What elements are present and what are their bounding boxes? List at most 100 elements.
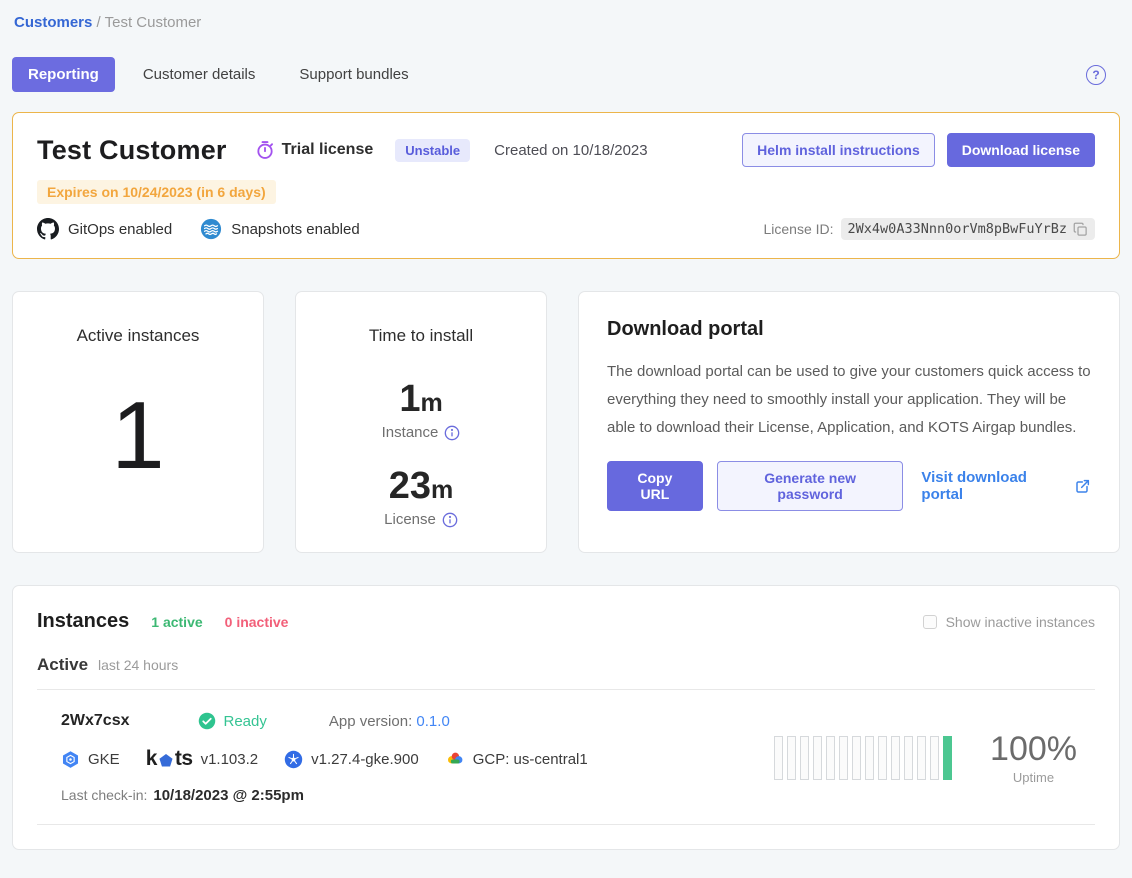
app-version-link[interactable]: 0.1.0 <box>416 713 449 730</box>
tab-bar: Reporting Customer details Support bundl… <box>12 57 1120 92</box>
github-icon <box>37 218 68 240</box>
time-to-install-title: Time to install <box>369 326 473 346</box>
show-inactive-label: Show inactive instances <box>946 614 1095 630</box>
breadcrumb-customers-link[interactable]: Customers <box>14 14 92 31</box>
created-date: Created on 10/18/2023 <box>494 142 647 159</box>
snapshots-enabled-label: Snapshots enabled <box>231 221 359 238</box>
visit-download-portal-label: Visit download portal <box>921 469 1068 503</box>
app-version-label: App version: <box>329 713 412 730</box>
cloud-region: GCP: us-central1 <box>445 749 588 769</box>
uptime-label: Uptime <box>990 770 1077 785</box>
active-count: 1 active <box>151 614 202 630</box>
download-portal-description: The download portal can be used to give … <box>607 358 1091 441</box>
snapshots-icon <box>200 218 231 240</box>
gcp-icon <box>445 749 465 769</box>
active-instances-title: Active instances <box>77 326 200 346</box>
license-type: Trial license <box>255 140 374 160</box>
check-circle-icon <box>198 712 216 730</box>
expires-badge: Expires on 10/24/2023 (in 6 days) <box>37 180 276 204</box>
breadcrumb-separator: / <box>97 14 101 31</box>
customer-name: Test Customer <box>37 135 227 166</box>
uptime-bar <box>787 736 796 780</box>
uptime-bar <box>865 736 874 780</box>
uptime-bar <box>904 736 913 780</box>
copy-url-button[interactable]: Copy URL <box>607 461 703 511</box>
instances-title: Instances <box>37 610 129 633</box>
uptime-bar <box>826 736 835 780</box>
instance-install-time-label: Instance <box>382 424 439 441</box>
breadcrumb-current: Test Customer <box>105 14 202 31</box>
license-id-value: 2Wx4w0A33Nnn0orVm8pBwFuYrBz <box>848 221 1067 237</box>
instance-status-label: Ready <box>224 713 267 730</box>
stopwatch-icon <box>255 140 275 160</box>
uptime-bar <box>774 736 783 780</box>
license-id-box: 2Wx4w0A33Nnn0orVm8pBwFuYrBz <box>841 218 1095 240</box>
download-license-button[interactable]: Download license <box>947 133 1095 167</box>
license-install-time-label: License <box>384 511 436 528</box>
cloud-region-label: GCP: us-central1 <box>473 751 588 768</box>
distribution-label: GKE <box>88 751 120 768</box>
active-instances-card: Active instances 1 <box>12 291 264 553</box>
uptime-bar <box>943 736 952 780</box>
instance-id: 2Wx7csx <box>61 712 130 730</box>
instance-install-time-value: 1 <box>399 378 420 420</box>
k8s-version-label: v1.27.4-gke.900 <box>311 751 419 768</box>
last-checkin-label: Last check-in: <box>61 787 147 803</box>
active-section-label: Active <box>37 655 88 675</box>
help-icon[interactable]: ? <box>1086 65 1106 85</box>
instances-card: Instances 1 active 0 inactive Show inact… <box>12 585 1120 850</box>
instance-install-time-unit: m <box>420 389 442 417</box>
kots-version-label: v1.103.2 <box>201 751 259 768</box>
external-link-icon <box>1075 478 1091 494</box>
license-type-label: Trial license <box>282 141 374 159</box>
download-portal-title: Download portal <box>607 318 1091 341</box>
uptime-percentage: 100% <box>990 731 1077 768</box>
active-section-sublabel: last 24 hours <box>98 657 178 673</box>
uptime-bar <box>917 736 926 780</box>
show-inactive-checkbox[interactable] <box>923 615 937 629</box>
info-icon[interactable] <box>444 425 460 441</box>
inactive-count: 0 inactive <box>225 614 289 630</box>
gitops-enabled: GitOps enabled <box>37 218 172 240</box>
copy-icon[interactable] <box>1073 222 1088 237</box>
helm-install-instructions-button[interactable]: Helm install instructions <box>742 133 935 167</box>
kubernetes-icon <box>284 750 303 769</box>
channel-badge: Unstable <box>395 139 470 162</box>
info-icon[interactable] <box>442 512 458 528</box>
time-to-install-card: Time to install 1m Instance 23m License <box>295 291 547 553</box>
page: Customers / Test Customer Reporting Cust… <box>0 0 1132 876</box>
snapshots-enabled: Snapshots enabled <box>200 218 359 240</box>
gke-icon <box>61 750 80 769</box>
active-instances-value: 1 <box>111 388 164 484</box>
uptime-bar <box>891 736 900 780</box>
gitops-enabled-label: GitOps enabled <box>68 221 172 238</box>
uptime-bars <box>774 736 952 780</box>
last-checkin-value: 10/18/2023 @ 2:55pm <box>153 787 304 804</box>
uptime-bar <box>852 736 861 780</box>
license-install-time-value: 23 <box>389 465 431 507</box>
uptime-bar <box>813 736 822 780</box>
license-id-label: License ID: <box>764 221 834 237</box>
breadcrumb: Customers / Test Customer <box>12 14 1120 31</box>
tab-support-bundles[interactable]: Support bundles <box>283 57 424 92</box>
tab-reporting[interactable]: Reporting <box>12 57 115 92</box>
download-portal-card: Download portal The download portal can … <box>578 291 1120 553</box>
k8s-version: v1.27.4-gke.900 <box>284 750 419 769</box>
kots-logo-k: k <box>146 747 157 771</box>
license-install-time-unit: m <box>431 476 453 504</box>
kots-logo-ts: ts <box>175 747 193 771</box>
last-checkin: Last check-in: 10/18/2023 @ 2:55pm <box>61 787 614 804</box>
distribution: GKE <box>61 750 120 769</box>
instance-row[interactable]: 2Wx7csx Ready App version: 0.1.0 <box>37 690 1095 825</box>
uptime-bar <box>839 736 848 780</box>
kots-logo: k ts <box>146 747 193 771</box>
generate-new-password-button[interactable]: Generate new password <box>717 461 904 511</box>
uptime-bar <box>800 736 809 780</box>
uptime-bar <box>930 736 939 780</box>
visit-download-portal-link[interactable]: Visit download portal <box>921 469 1091 503</box>
customer-summary-card: Test Customer Trial license Unstable Cre… <box>12 112 1120 259</box>
kots-version: k ts v1.103.2 <box>146 747 258 771</box>
instance-status: Ready <box>198 712 267 730</box>
tab-customer-details[interactable]: Customer details <box>127 57 272 92</box>
uptime-bar <box>878 736 887 780</box>
